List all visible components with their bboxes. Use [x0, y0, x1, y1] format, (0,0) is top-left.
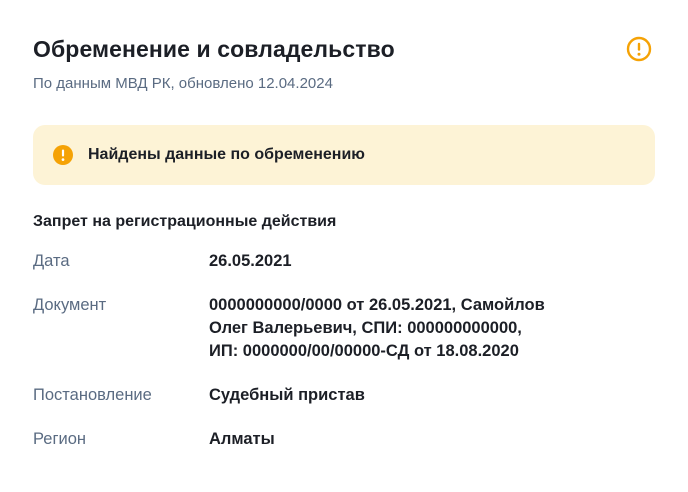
- detail-value-line: 0000000000/0000 от 26.05.2021, Самойлов: [209, 296, 545, 314]
- card-header: Обременение и совладельство: [33, 34, 655, 64]
- card-subtitle: По данным МВД РК, обновлено 12.04.2024: [33, 75, 333, 92]
- detail-value-line: Судебный пристав: [209, 386, 365, 404]
- detail-value: 0000000000/0000 от 26.05.2021, Самойлов …: [209, 294, 655, 363]
- warning-circle-icon[interactable]: [626, 36, 652, 62]
- alert-text: Найдены данные по обременению: [88, 146, 365, 163]
- detail-label: Регион: [33, 430, 86, 448]
- detail-value: 26.05.2021: [209, 250, 655, 273]
- detail-value: Алматы: [209, 428, 655, 451]
- detail-label: Документ: [33, 296, 107, 314]
- section-title: Запрет на регистрационные действия: [33, 213, 337, 230]
- encumbrance-alert: Найдены данные по обременению: [33, 125, 655, 185]
- detail-value-line: 26.05.2021: [209, 252, 292, 270]
- detail-value-line: Олег Валерьевич, СПИ: 000000000000,: [209, 319, 522, 337]
- detail-label: Постановление: [33, 386, 152, 404]
- detail-row-resolution: Постановление Судебный пристав: [33, 384, 655, 407]
- encumbrance-card: Обременение и совладельство По данным МВ…: [0, 0, 688, 492]
- detail-row-date: Дата 26.05.2021: [33, 250, 655, 273]
- detail-label: Дата: [33, 252, 70, 270]
- warning-filled-icon: [53, 145, 73, 165]
- detail-value: Судебный пристав: [209, 384, 655, 407]
- detail-value-line: Алматы: [209, 430, 275, 448]
- detail-row-document: Документ 0000000000/0000 от 26.05.2021, …: [33, 294, 655, 363]
- details-list: Дата 26.05.2021 Документ 0000000000/0000…: [33, 250, 655, 451]
- detail-row-region: Регион Алматы: [33, 428, 655, 451]
- detail-value-line: ИП: 0000000/00/00000-СД от 18.08.2020: [209, 342, 519, 360]
- card-title: Обременение и совладельство: [33, 36, 395, 62]
